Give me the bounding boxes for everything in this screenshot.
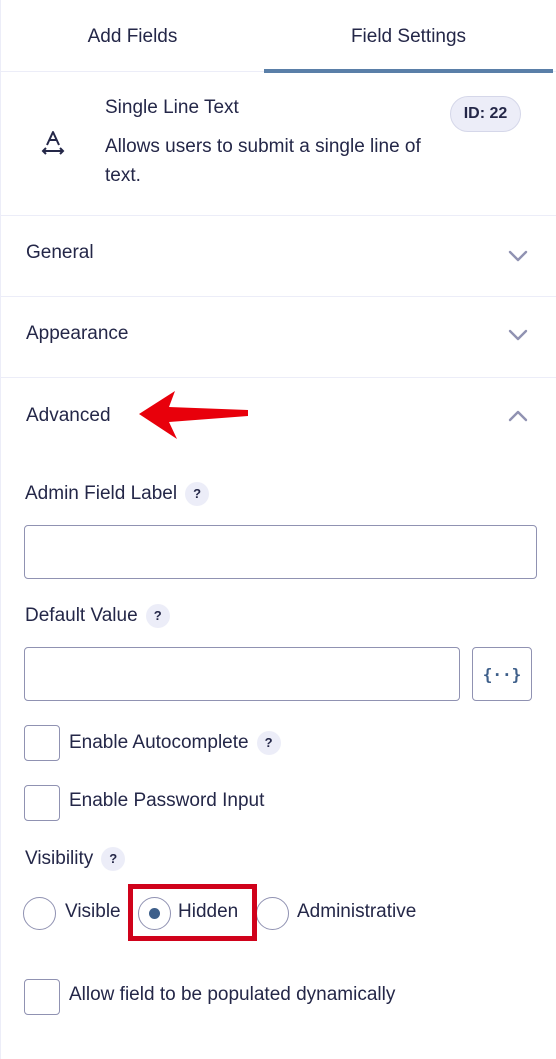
visibility-option-visible-label[interactable]: Visible <box>65 901 121 923</box>
help-icon[interactable]: ? <box>185 482 210 506</box>
help-icon[interactable]: ? <box>256 731 281 755</box>
admin-field-label-input[interactable] <box>24 525 537 579</box>
admin-field-label-label: Admin Field Label? <box>25 482 210 506</box>
tab-field-settings[interactable]: Field Settings <box>264 0 553 73</box>
visibility-label: Visibility? <box>25 847 126 871</box>
annotation-arrow-icon <box>139 391 248 439</box>
text-field-icon <box>41 131 65 155</box>
default-value-label: Default Value? <box>25 604 170 628</box>
section-advanced-label: Advanced <box>26 405 111 426</box>
default-value-text: Default Value <box>25 605 138 627</box>
enable-password-input-checkbox[interactable] <box>24 785 60 821</box>
section-appearance[interactable]: Appearance <box>1 297 556 378</box>
visibility-radio-visible[interactable] <box>23 897 56 930</box>
chevron-down-icon <box>508 250 528 262</box>
chevron-up-icon <box>508 410 528 422</box>
annotation-highlight-box <box>128 884 257 941</box>
enable-autocomplete-label[interactable]: Enable Autocomplete? <box>69 731 281 755</box>
chevron-down-icon <box>508 329 528 341</box>
field-type-description: Allows users to submit a single line of … <box>105 136 421 186</box>
allow-dynamic-population-label[interactable]: Allow field to be populated dynamically <box>69 984 395 1006</box>
allow-dynamic-population-checkbox[interactable] <box>24 979 60 1015</box>
field-id-badge: ID: 22 <box>450 96 521 132</box>
enable-autocomplete-text: Enable Autocomplete <box>69 732 249 754</box>
visibility-option-administrative-label[interactable]: Administrative <box>297 901 416 923</box>
section-general[interactable]: General <box>1 216 556 297</box>
visibility-radio-administrative[interactable] <box>256 897 289 930</box>
enable-password-input-label[interactable]: Enable Password Input <box>69 790 264 812</box>
section-general-label: General <box>26 242 94 263</box>
field-type-title: Single Line Text <box>105 97 239 118</box>
visibility-text: Visibility <box>25 848 94 870</box>
section-advanced[interactable]: Advanced <box>1 378 556 456</box>
default-value-input[interactable] <box>24 647 460 701</box>
section-appearance-label: Appearance <box>26 323 129 344</box>
enable-autocomplete-checkbox[interactable] <box>24 725 60 761</box>
merge-tag-icon: {··} <box>482 664 522 684</box>
tab-add-fields[interactable]: Add Fields <box>1 0 264 72</box>
help-icon[interactable]: ? <box>145 604 170 628</box>
merge-tag-button[interactable]: {··} <box>472 647 532 701</box>
field-settings-panel: Add Fields Field Settings Single Line Te… <box>0 0 556 1059</box>
help-icon[interactable]: ? <box>101 847 126 871</box>
admin-field-label-text: Admin Field Label <box>25 483 178 505</box>
tab-bar: Add Fields Field Settings <box>1 0 556 73</box>
